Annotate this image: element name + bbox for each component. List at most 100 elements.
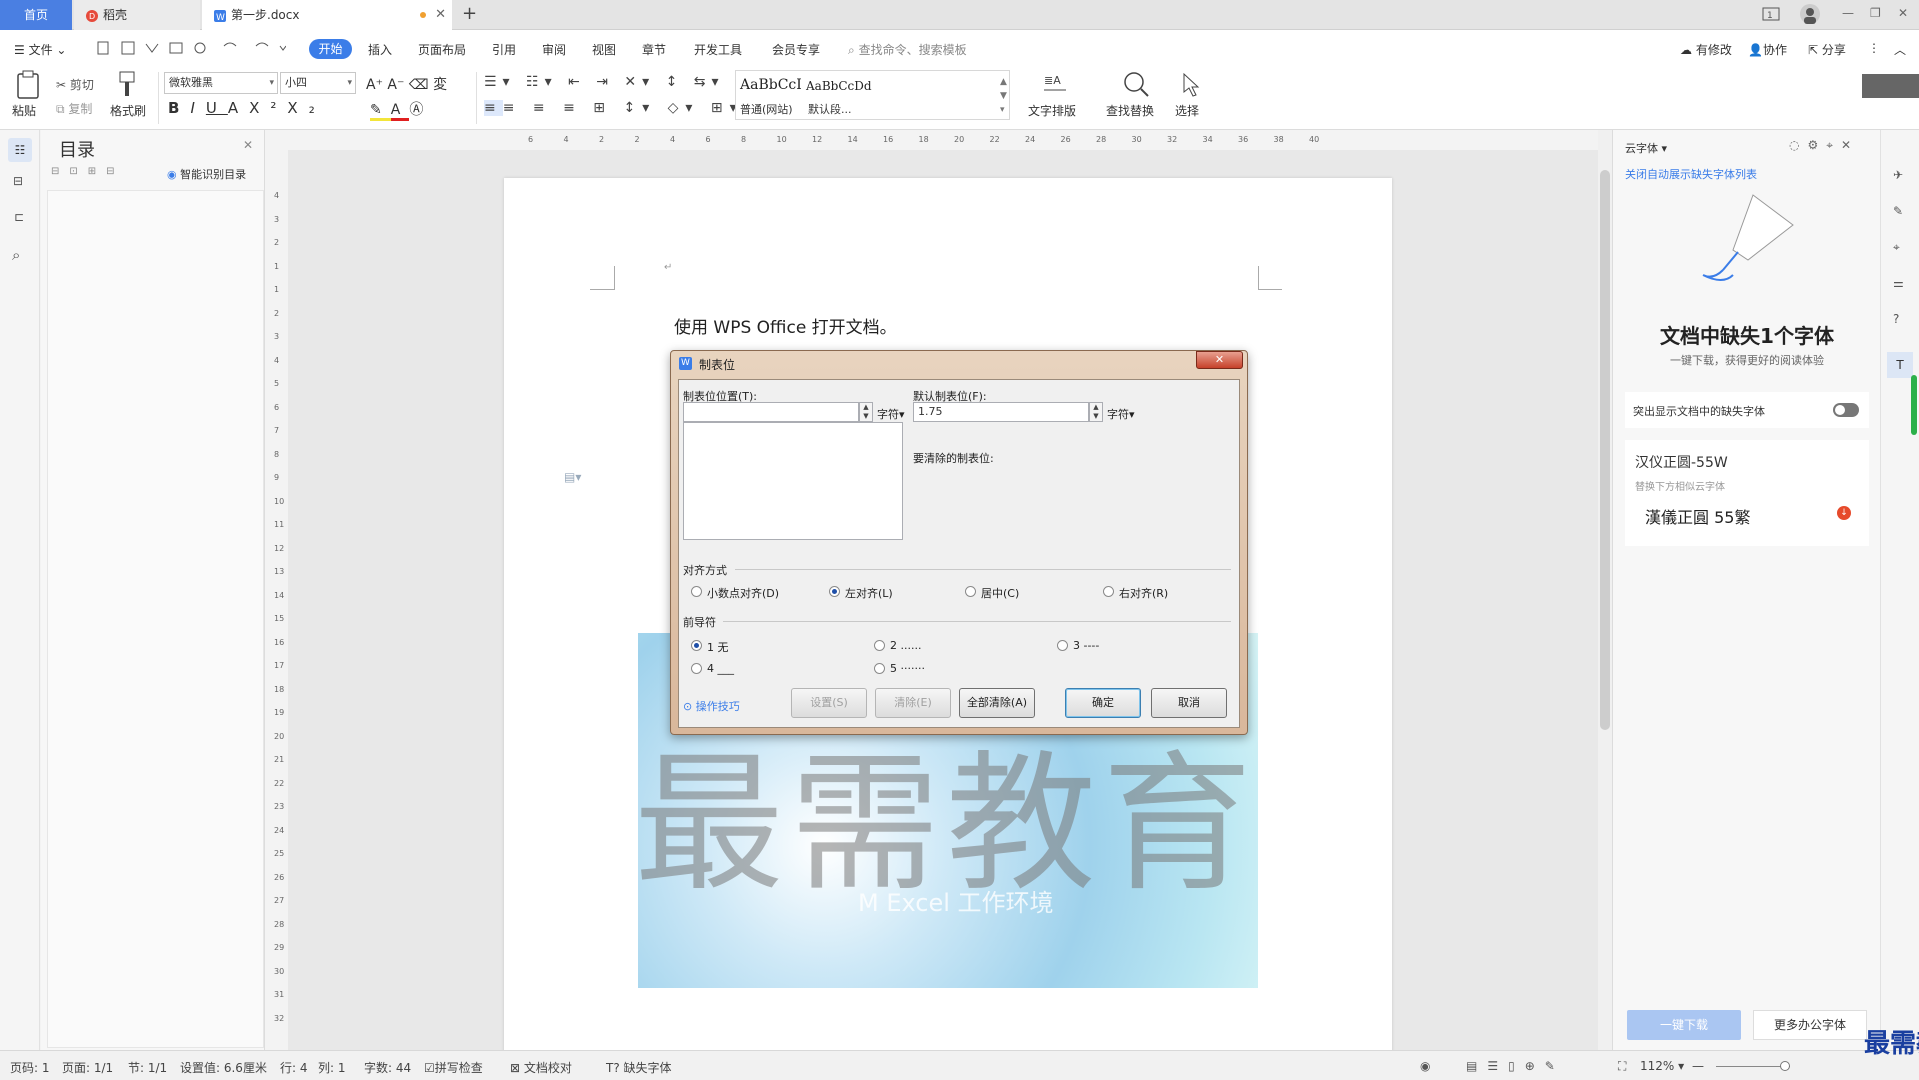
zoom-slider[interactable] — [1716, 1066, 1790, 1067]
italic-icon[interactable]: I — [190, 99, 205, 117]
bookmark-icon[interactable]: ⊏ — [14, 210, 24, 224]
tab-position-input[interactable] — [683, 402, 859, 422]
leader-underline-radio[interactable] — [691, 663, 702, 674]
tab-references[interactable]: 引用 — [492, 41, 516, 58]
align-decimal-label[interactable]: 小数点对齐(D) — [707, 585, 779, 601]
tab-insert[interactable]: 插入 — [368, 41, 392, 58]
zoom-level[interactable]: 112% ▾ — [1640, 1059, 1684, 1073]
vertical-scrollbar[interactable] — [1598, 130, 1612, 1050]
paste-icon[interactable] — [14, 70, 42, 100]
cursor-icon[interactable] — [1180, 72, 1202, 98]
spell-check-button[interactable]: ☑拼写检查 — [424, 1059, 483, 1076]
align-right-radio[interactable] — [1103, 586, 1114, 597]
close-window-icon[interactable]: ✕ — [1898, 6, 1908, 20]
font-color-buttons[interactable]: ✎AⒶ — [370, 99, 432, 121]
doc-layout-icon[interactable]: ▤▾ — [564, 470, 581, 484]
tab-chapter[interactable]: 章节 — [642, 41, 666, 58]
align-decimal-radio[interactable] — [691, 586, 702, 597]
restore-icon[interactable]: ❐ — [1870, 6, 1881, 20]
cut-button[interactable]: ✂ 剪切 — [56, 76, 94, 93]
char-border-icon[interactable]: Ⓐ — [409, 102, 432, 118]
strikethrough-icon[interactable]: A — [228, 99, 249, 117]
bold-icon[interactable]: B — [168, 99, 190, 117]
underline-icon[interactable]: U — [206, 99, 228, 117]
align-left-label[interactable]: 左对齐(L) — [845, 585, 893, 601]
quick-access-icons[interactable] — [96, 40, 286, 56]
highlight-icon[interactable]: ✎ — [370, 102, 391, 121]
scrollbar-thumb[interactable] — [1600, 170, 1610, 730]
help-icon[interactable]: ? — [1893, 312, 1899, 326]
auto-show-toggle-link[interactable]: 关闭自动展示缺失字体列表 — [1625, 166, 1757, 182]
tab-position-unit[interactable]: 字符▾ — [877, 406, 905, 422]
format-painter-label[interactable]: 格式刷 — [110, 102, 146, 119]
status-row[interactable]: 行: 4 — [280, 1059, 308, 1076]
leader-middot-label[interactable]: 5 ······· — [890, 662, 925, 675]
tab-position-list[interactable] — [683, 422, 903, 540]
close-tab-icon[interactable]: ✕ — [435, 0, 446, 30]
horizontal-ruler[interactable]: 6 4 2 2 4 6 8 10 12 14 16 18 20 22 24 26 28 30 32 34 36 38 40 — [280, 132, 1600, 150]
clear-button[interactable]: 清除(E) — [875, 688, 951, 718]
clear-all-button[interactable]: 全部清除(A) — [959, 688, 1035, 718]
collapse-ribbon-icon[interactable]: ︿ — [1894, 41, 1906, 58]
view-mode-icons[interactable]: ▤☰▯⊕✎ — [1466, 1059, 1565, 1073]
leader-middot-radio[interactable] — [874, 663, 885, 674]
leader-dash-label[interactable]: 3 ---- — [1073, 639, 1099, 652]
status-pages[interactable]: 页面: 1/1 — [62, 1059, 113, 1076]
settings-sliders-icon[interactable]: ⚌ — [1893, 276, 1904, 290]
format-painter-icon[interactable] — [116, 70, 140, 98]
panel-header-icons[interactable]: ◌⚙⌖✕ — [1789, 138, 1859, 153]
tab-view[interactable]: 视图 — [592, 41, 616, 58]
tab-document[interactable]: W 第一步.docx ✕ — [202, 0, 452, 30]
leader-none-label[interactable]: 1 无 — [707, 639, 729, 655]
cloud-font-icon[interactable]: T — [1887, 352, 1913, 378]
subscript-icon[interactable]: X₂ — [287, 99, 325, 117]
tab-home[interactable]: 首页 — [0, 0, 72, 30]
status-col[interactable]: 列: 1 — [318, 1059, 346, 1076]
toc-panel-icon[interactable]: ☷ — [8, 138, 32, 162]
align-center-label[interactable]: 居中(C) — [981, 585, 1019, 601]
close-icon[interactable]: ✕ — [243, 138, 253, 152]
doc-line-1[interactable]: 使用 WPS Office 打开文档。 — [674, 313, 897, 338]
tab-developer[interactable]: 开发工具 — [694, 41, 742, 58]
set-button[interactable]: 设置(S) — [791, 688, 867, 718]
tab-member[interactable]: 会员专享 — [772, 41, 820, 58]
font-size-select[interactable]: 小四 ▾ — [280, 72, 356, 94]
leader-none-radio[interactable] — [691, 640, 702, 651]
font-sample[interactable]: 漢儀正圓 55繁 — [1645, 504, 1750, 528]
pin-icon[interactable]: ⌖ — [1826, 138, 1841, 152]
style-gallery[interactable]: AaBbCcI 普通(网站) AaBbCcDd 默认段... ▲ ▼ ▾ — [735, 70, 1010, 120]
find-replace-label[interactable]: 查找替换 — [1106, 102, 1154, 119]
download-font-icon[interactable]: ↓ — [1837, 506, 1851, 520]
align-left-icon[interactable]: ≡ — [484, 100, 503, 116]
ok-button[interactable]: 确定 — [1065, 688, 1141, 718]
toc-level-buttons[interactable]: ⊟⊡⊞⊟ — [51, 166, 125, 177]
select-label[interactable]: 选择 — [1175, 102, 1199, 119]
proofread-button[interactable]: ⊠ 文档校对 — [510, 1059, 572, 1076]
vertical-ruler[interactable]: 4 3 2 1 1 2 3 4 5 6 7 8 9 10 11 12 13 14 15 16 17 18 19 20 21 22 2… — [270, 155, 288, 1050]
leader-dash-radio[interactable] — [1057, 640, 1068, 651]
highlight-toggle[interactable] — [1833, 403, 1859, 417]
leader-dots-label[interactable]: 2 ...... — [890, 639, 921, 652]
tab-review[interactable]: 审阅 — [542, 41, 566, 58]
collaborate-button[interactable]: 👤协作 — [1748, 41, 1787, 58]
align-right-label[interactable]: 右对齐(R) — [1119, 585, 1168, 601]
cloud-font-title[interactable]: 云字体 ▾ — [1625, 140, 1667, 156]
fit-page-icon[interactable]: ⛶ — [1618, 1059, 1626, 1074]
select-icon[interactable]: ⌖ — [1893, 240, 1900, 255]
status-setting[interactable]: 设置值: 6.6厘米 — [180, 1059, 267, 1076]
magnifier-icon[interactable] — [1122, 70, 1150, 98]
avatar[interactable] — [1800, 4, 1820, 24]
minimize-icon[interactable]: — — [1842, 6, 1854, 20]
text-layout-icon[interactable]: ≣A — [1042, 72, 1068, 96]
style-scroll-icon[interactable]: ▲ ▼ ▾ — [1000, 75, 1007, 117]
text-layout-label[interactable]: 文字排版 — [1028, 102, 1076, 119]
tab-page-layout[interactable]: 页面布局 — [418, 41, 466, 58]
style-icon[interactable]: ✈ — [1893, 168, 1903, 182]
close-icon[interactable]: ✕ — [1841, 138, 1859, 152]
leader-dots-radio[interactable] — [874, 640, 885, 651]
zoom-out-icon[interactable]: — — [1692, 1059, 1704, 1073]
chat-icon[interactable]: ◌ — [1789, 138, 1807, 152]
paste-label[interactable]: 粘贴 — [12, 102, 36, 119]
align-center-radio[interactable] — [965, 586, 976, 597]
list-buttons[interactable]: ☰▾ ☷▾ ⇤ ⇥ ✕▾ ↕ ⇆▾ ⊟ — [484, 74, 753, 90]
